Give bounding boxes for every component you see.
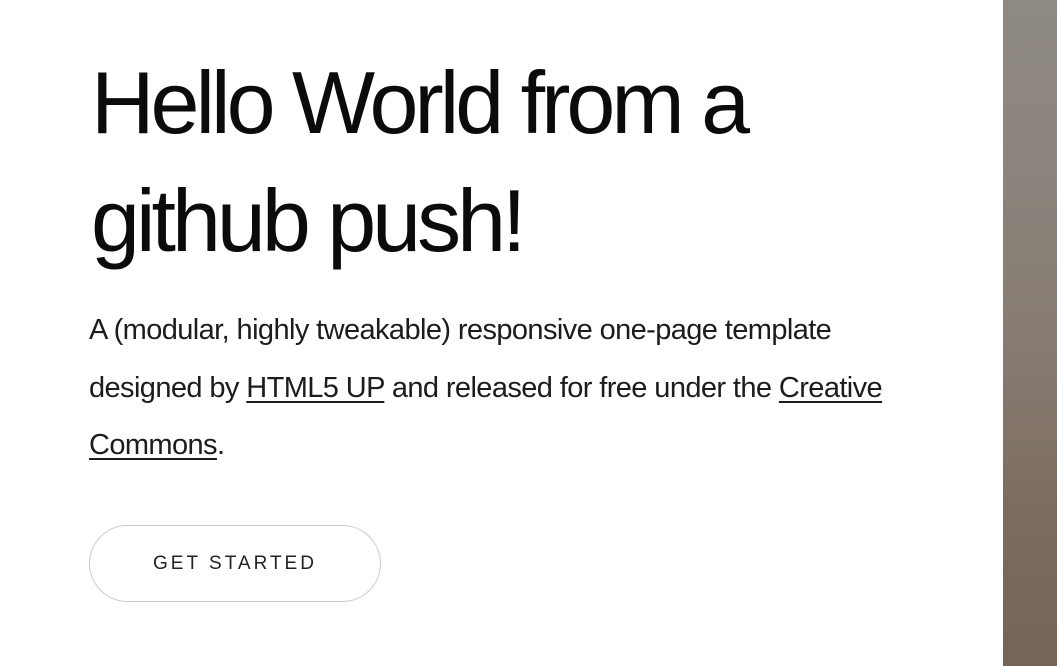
hero-description: A (modular, highly tweakable) responsive… — [89, 302, 889, 475]
page-title-line-1: Hello World from a — [91, 53, 750, 152]
hero-section: Hello World from a github push! A (modul… — [89, 0, 969, 666]
side-image — [1003, 0, 1057, 666]
description-text-3: . — [216, 429, 225, 461]
page-title: Hello World from a github push! — [91, 44, 750, 280]
html5-up-link[interactable]: HTML5 UP — [246, 372, 385, 404]
description-text-2: and released for free under the — [384, 371, 779, 404]
page-title-line-2: github push! — [91, 171, 527, 270]
get-started-button[interactable]: GET STARTED — [89, 525, 381, 602]
